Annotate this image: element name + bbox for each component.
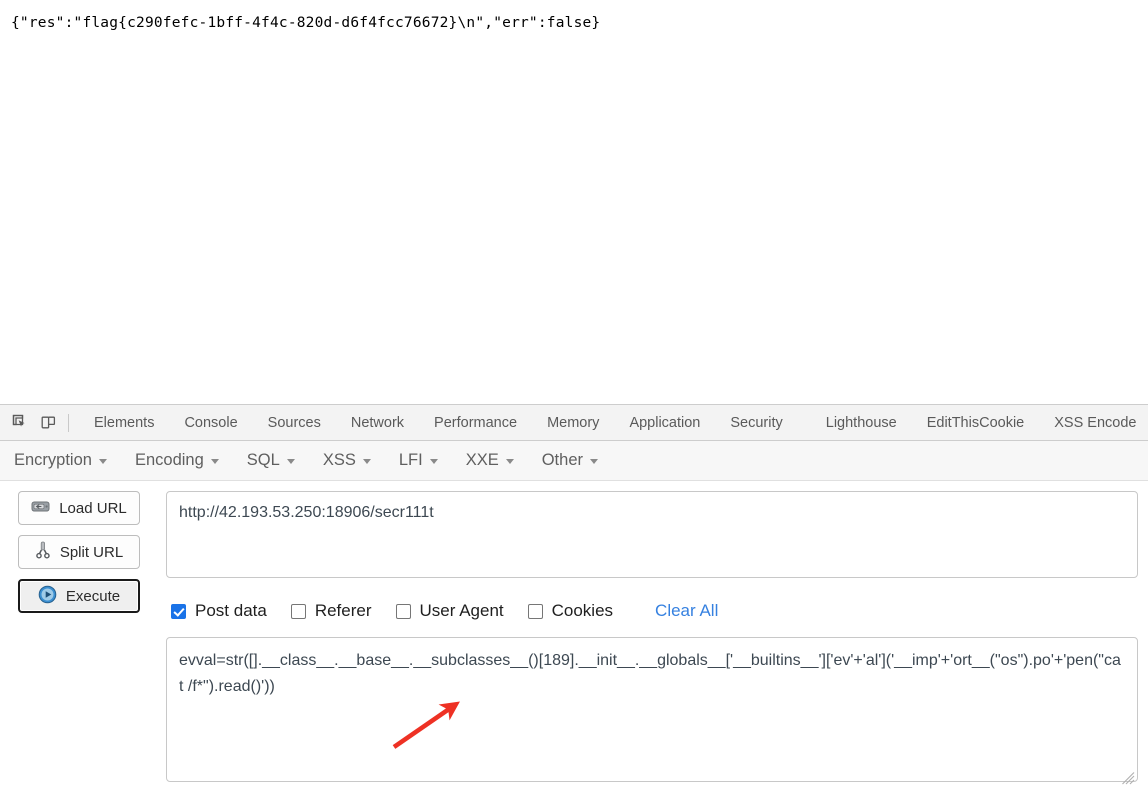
hackbar-menu-encryption-label: Encryption — [14, 451, 92, 469]
toolbar-divider — [68, 413, 69, 432]
hackbar-menu-lfi[interactable]: LFI — [399, 451, 438, 470]
referer-checkbox[interactable]: Referer — [290, 601, 372, 621]
hackbar-menu-encoding[interactable]: Encoding — [135, 451, 219, 470]
hackbar-menu-lfi-label: LFI — [398, 451, 423, 469]
device-toolbar-icon[interactable] — [34, 409, 62, 437]
scissors-icon — [35, 541, 51, 563]
hackbar-menu-xss-label: XSS — [322, 451, 356, 469]
devtools-tab-lighthouse[interactable]: Lighthouse — [798, 406, 912, 440]
hackbar-body: Load URL Split URL Execute http://42.193… — [0, 481, 1148, 800]
cookies-checkbox-label: Cookies — [551, 601, 614, 620]
user-agent-checkbox[interactable]: User Agent — [395, 601, 504, 621]
hackbar-fields: Post data Referer User Agent Cookies Cle… — [166, 491, 1148, 800]
devtools-tab-console[interactable]: Console — [169, 406, 252, 440]
devtools-tab-sources[interactable]: Sources — [253, 406, 336, 440]
execute-button[interactable]: Execute — [18, 579, 140, 613]
chevron-down-icon — [98, 459, 107, 464]
browser-page-viewport: {"res":"flag{c290fefc-1bff-4f4c-820d-d6f… — [0, 0, 1148, 404]
checkbox-indicator — [290, 603, 306, 619]
cookies-checkbox[interactable]: Cookies — [527, 601, 614, 621]
textarea-resize-grip[interactable] — [1122, 772, 1135, 785]
hackbar-menu-encryption[interactable]: Encryption — [14, 451, 107, 470]
user-agent-checkbox-label: User Agent — [419, 601, 504, 620]
hackbar-menu-sql[interactable]: SQL — [247, 451, 295, 470]
load-url-button[interactable]: Load URL — [18, 491, 140, 525]
checkbox-indicator — [171, 603, 186, 619]
split-url-button-label: Split URL — [59, 543, 124, 561]
chevron-down-icon — [429, 459, 438, 464]
hackbar-menu-other[interactable]: Other — [542, 451, 598, 470]
play-circle-icon — [38, 585, 57, 608]
post-data-checkbox-label: Post data — [195, 601, 267, 620]
clear-all-link[interactable]: Clear All — [655, 601, 718, 621]
devtools-tab-xss-encode[interactable]: XSS Encode — [1039, 406, 1148, 440]
devtools-tab-application[interactable]: Application — [614, 406, 715, 440]
devtools-tab-elements[interactable]: Elements — [79, 406, 169, 440]
url-input[interactable] — [166, 491, 1138, 578]
devtools-tab-performance[interactable]: Performance — [419, 406, 532, 440]
hackbar-menubar: Encryption Encoding SQL XSS LFI XXE Othe… — [0, 441, 1148, 481]
devtools-tabbar: Elements Console Sources Network Perform… — [0, 405, 1148, 441]
devtools-tab-security[interactable]: Security — [715, 406, 797, 440]
hackbar-menu-sql-label: SQL — [246, 451, 280, 469]
devtools-panel: Elements Console Sources Network Perform… — [0, 404, 1148, 800]
chevron-down-icon — [362, 459, 371, 464]
chevron-down-icon — [505, 459, 514, 464]
inspect-element-icon[interactable] — [6, 409, 34, 437]
disk-drive-icon — [31, 499, 50, 518]
hackbar-options-row: Post data Referer User Agent Cookies Cle… — [166, 593, 1138, 629]
chevron-down-icon — [210, 459, 219, 464]
chevron-down-icon — [590, 459, 598, 464]
post-data-checkbox[interactable]: Post data — [171, 601, 267, 621]
execute-button-label: Execute — [65, 587, 121, 605]
devtools-tab-memory[interactable]: Memory — [532, 406, 614, 440]
hackbar-menu-xxe-label: XXE — [465, 451, 499, 469]
checkbox-indicator — [395, 603, 411, 619]
checkbox-indicator — [527, 603, 543, 619]
hackbar-menu-xxe[interactable]: XXE — [466, 451, 514, 470]
post-data-field-wrapper — [166, 637, 1138, 787]
json-response-text: {"res":"flag{c290fefc-1bff-4f4c-820d-d6f… — [11, 15, 601, 31]
post-data-input[interactable] — [166, 637, 1138, 782]
load-url-button-label: Load URL — [59, 499, 127, 517]
devtools-tab-network[interactable]: Network — [336, 406, 419, 440]
hackbar-menu-encoding-label: Encoding — [134, 451, 204, 469]
devtools-tab-editthiscookie[interactable]: EditThisCookie — [912, 406, 1040, 440]
split-url-button[interactable]: Split URL — [18, 535, 140, 569]
chevron-down-icon — [286, 459, 295, 464]
referer-checkbox-label: Referer — [314, 601, 372, 620]
hackbar-menu-xss[interactable]: XSS — [323, 451, 371, 470]
hackbar-action-buttons: Load URL Split URL Execute — [0, 491, 166, 800]
hackbar-menu-other-label: Other — [541, 451, 583, 469]
